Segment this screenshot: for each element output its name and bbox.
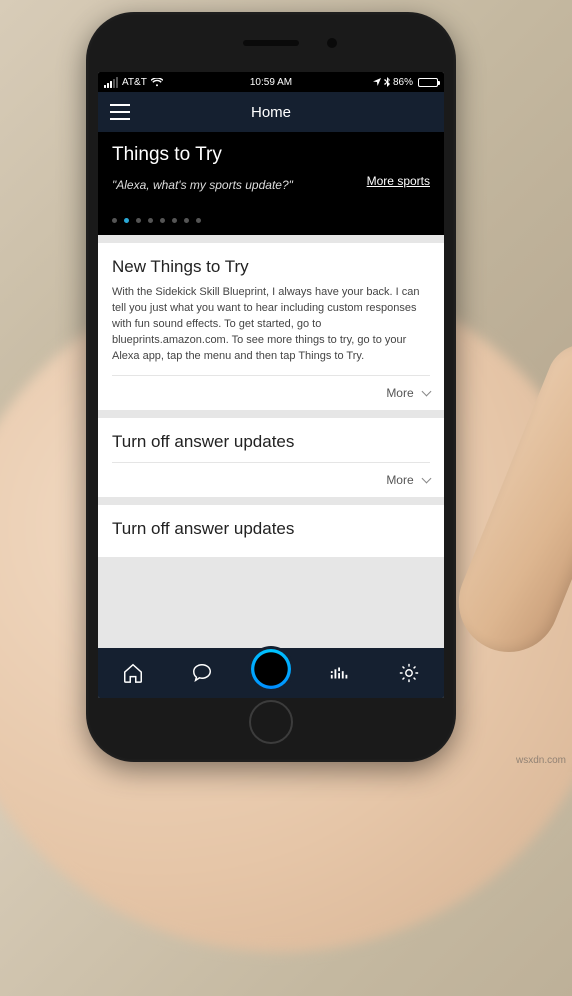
status-bar: AT&T 10:59 AM 86% bbox=[98, 72, 444, 92]
clock: 10:59 AM bbox=[215, 77, 326, 88]
card-title: Turn off answer updates bbox=[112, 432, 430, 452]
card-title: Turn off answer updates bbox=[112, 519, 430, 539]
battery-icon bbox=[418, 78, 438, 87]
phone-speaker bbox=[243, 40, 299, 46]
nav-communicate[interactable] bbox=[180, 651, 224, 695]
card-more-button[interactable]: More bbox=[112, 463, 430, 487]
more-label: More bbox=[386, 473, 413, 487]
page-title: Home bbox=[251, 104, 291, 121]
phone-device: AT&T 10:59 AM 86% Home bbox=[86, 12, 456, 762]
hero-quote: "Alexa, what's my sports update?" bbox=[112, 178, 293, 192]
nav-home[interactable] bbox=[111, 651, 155, 695]
nav-alexa[interactable] bbox=[249, 651, 293, 695]
card-turn-off-answer-updates-2: Turn off answer updates bbox=[98, 505, 444, 557]
app-bar: Home bbox=[98, 92, 444, 132]
battery-pct: 86% bbox=[393, 77, 413, 88]
cell-signal-icon bbox=[104, 77, 118, 88]
menu-icon[interactable] bbox=[110, 104, 130, 120]
wifi-icon bbox=[151, 78, 163, 87]
alexa-ring-icon bbox=[251, 649, 291, 689]
phone-camera bbox=[327, 38, 337, 48]
more-label: More bbox=[386, 386, 413, 400]
location-icon bbox=[373, 78, 381, 86]
carrier-label: AT&T bbox=[122, 77, 147, 88]
nav-settings[interactable] bbox=[387, 651, 431, 695]
more-sports-link[interactable]: More sports bbox=[367, 174, 430, 188]
hero-title: Things to Try bbox=[112, 144, 430, 166]
watermark: wsxdn.com bbox=[516, 755, 566, 766]
carousel-dots[interactable] bbox=[112, 194, 430, 223]
card-more-button[interactable]: More bbox=[112, 376, 430, 400]
home-button[interactable] bbox=[249, 700, 293, 744]
screen: AT&T 10:59 AM 86% Home bbox=[98, 72, 444, 698]
card-turn-off-answer-updates-1: Turn off answer updates More bbox=[98, 418, 444, 497]
card-new-things-to-try: New Things to Try With the Sidekick Skil… bbox=[98, 243, 444, 410]
chevron-down-icon bbox=[422, 386, 432, 396]
bottom-nav bbox=[98, 648, 444, 698]
things-to-try-carousel[interactable]: Things to Try "Alexa, what's my sports u… bbox=[98, 132, 444, 235]
bluetooth-icon bbox=[384, 77, 390, 87]
home-cards: New Things to Try With the Sidekick Skil… bbox=[98, 243, 444, 557]
card-body: With the Sidekick Skill Blueprint, I alw… bbox=[112, 285, 430, 365]
card-title: New Things to Try bbox=[112, 257, 430, 277]
nav-music[interactable] bbox=[318, 651, 362, 695]
chevron-down-icon bbox=[422, 473, 432, 483]
